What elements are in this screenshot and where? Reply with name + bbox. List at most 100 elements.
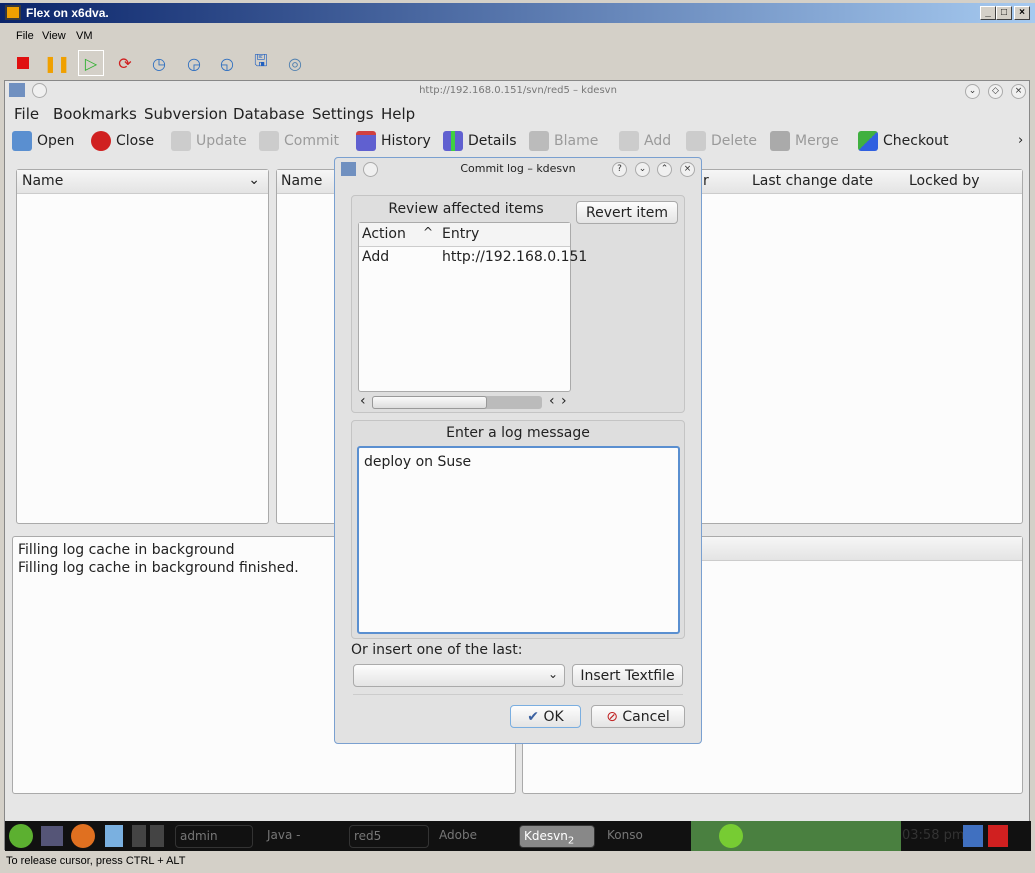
stop-icon[interactable] [10,50,36,76]
scroll-track[interactable] [372,396,542,409]
update-label: Update [196,133,247,149]
action-column-header[interactable]: Action [362,226,406,242]
cancel-button[interactable]: ⊘ Cancel [591,705,685,728]
vm-menu-vm[interactable]: VM [76,30,93,42]
help-icon[interactable]: ? [612,162,627,177]
toolbar-blame[interactable]: Blame [529,131,598,151]
pause-icon[interactable]: ❚❚ [44,50,71,76]
review-group: Review affected items Revert item Action… [351,195,685,413]
maximize-button[interactable]: □ [996,6,1012,20]
update-icon [171,131,191,151]
close-circle-icon [91,131,111,151]
file-manager-icon[interactable] [105,825,123,847]
scroll-thumb[interactable] [372,396,487,409]
toolbar-overflow-button[interactable]: › [1018,133,1023,148]
revert-snapshot-icon[interactable]: ◶ [181,50,207,76]
close-icon[interactable]: × [680,162,695,177]
task-kdesvn-label: Kdesvn [524,829,568,843]
ok-label: OK [543,709,564,725]
toolbar-update[interactable]: Update [171,131,247,151]
minimize-icon[interactable]: ⌄ [965,84,980,99]
log-title: Enter a log message [446,425,590,441]
snapshot-manager-icon[interactable]: ◵ [214,50,240,76]
snapshot-icon[interactable]: ◷ [146,50,172,76]
log-message-input[interactable]: deploy on Suse [357,446,680,634]
toolbar-add[interactable]: Add [619,131,671,151]
name-column-header[interactable]: Name [22,173,63,189]
menu-subversion[interactable]: Subversion [144,105,228,123]
desktop-icon[interactable] [41,826,63,846]
affected-items-list[interactable]: Action ^ Entry Add http://192.168.0.151 [358,222,587,392]
merge-icon [770,131,790,151]
left-header[interactable]: Name ⌄ [17,170,268,194]
task-konsole[interactable]: Konso [603,825,681,848]
menu-settings[interactable]: Settings [312,105,374,123]
cd-settings-icon[interactable]: ◎ [282,50,308,76]
toolbar-commit[interactable]: Commit [259,131,339,151]
taskbar: admin Java - red5 Adobe Kdesvn2 Konso 03… [5,821,1031,851]
table-row[interactable]: Add http://192.168.0.151 [359,249,587,269]
chevron-down-icon[interactable]: ⌄ [248,172,260,188]
locked-by-column-header[interactable]: Locked by [909,173,980,189]
toolbar-open[interactable]: Open [12,131,74,151]
play-icon[interactable]: ▷ [78,50,104,76]
check-icon: ✔ [527,709,540,725]
toolbar-close[interactable]: Close [91,131,154,151]
commit-icon [259,131,279,151]
revert-item-button[interactable]: Revert item [576,201,678,224]
task-red5[interactable]: red5 [349,825,429,848]
details-label: Details [468,133,517,149]
last-change-date-column-header[interactable]: Last change date [752,173,873,189]
toolbar-history[interactable]: History [356,131,431,151]
blame-label: Blame [554,133,599,149]
row-entry: http://192.168.0.151 [442,249,588,265]
author-column-header[interactable]: r [703,173,709,189]
left-tree-panel[interactable]: Name ⌄ [16,169,269,524]
task-adobe[interactable]: Adobe [435,825,513,848]
details-icon [443,131,463,151]
maximize-icon[interactable]: ⌃ [657,162,672,177]
close-button[interactable]: × [1014,6,1030,20]
task-java[interactable]: Java - [263,825,343,848]
firefox-icon[interactable] [71,824,95,848]
scroll-right-icon[interactable]: › [561,393,567,409]
ok-button[interactable]: ✔ OK [510,705,581,728]
entry-column-header[interactable]: Entry [442,226,479,242]
package-updater-icon[interactable] [719,824,743,848]
settings-icon[interactable]: 🖫 [248,50,274,76]
task-kdesvn[interactable]: Kdesvn2 [519,825,595,848]
minimize-icon[interactable]: ⌄ [635,162,650,177]
insert-textfile-button[interactable]: Insert Textfile [572,664,683,687]
vm-menu-view[interactable]: View [42,30,66,42]
vm-title: Flex on x6dva. [26,6,109,20]
toolbar-checkout[interactable]: Checkout [858,131,949,151]
clock[interactable]: 03:58 pm [902,828,965,843]
last-messages-select[interactable]: ⌄ [353,664,565,687]
horizontal-scrollbar[interactable]: ‹ ‹ › [359,393,572,411]
task-admin[interactable]: admin [175,825,253,848]
menu-file[interactable]: File [14,105,39,123]
open-icon [12,131,32,151]
close-icon[interactable]: × [1011,84,1026,99]
power-icon[interactable] [988,825,1008,847]
menu-bookmarks[interactable]: Bookmarks [53,105,137,123]
pager-icon[interactable] [132,825,166,847]
start-menu-icon[interactable] [9,824,33,848]
log-message-group: Enter a log message deploy on Suse [351,420,685,639]
menu-help[interactable]: Help [381,105,415,123]
toolbar-delete[interactable]: Delete [686,131,757,151]
reset-icon[interactable]: ⟳ [112,50,138,76]
toolbar-details[interactable]: Details [443,131,517,151]
open-label: Open [37,133,75,149]
scroll-left-icon[interactable]: ‹ [549,393,555,409]
menu-database[interactable]: Database [233,105,305,123]
minimize-button[interactable]: _ [980,6,996,20]
scroll-left-icon[interactable]: ‹ [360,393,366,409]
cancel-label: Cancel [622,709,670,725]
add-icon [619,131,639,151]
maximize-icon[interactable]: ◇ [988,84,1003,99]
name-column-header[interactable]: Name [281,173,322,189]
toolbar-merge[interactable]: Merge [770,131,839,151]
vm-menu-file[interactable]: File [16,30,34,42]
lock-screen-icon[interactable] [963,825,983,847]
